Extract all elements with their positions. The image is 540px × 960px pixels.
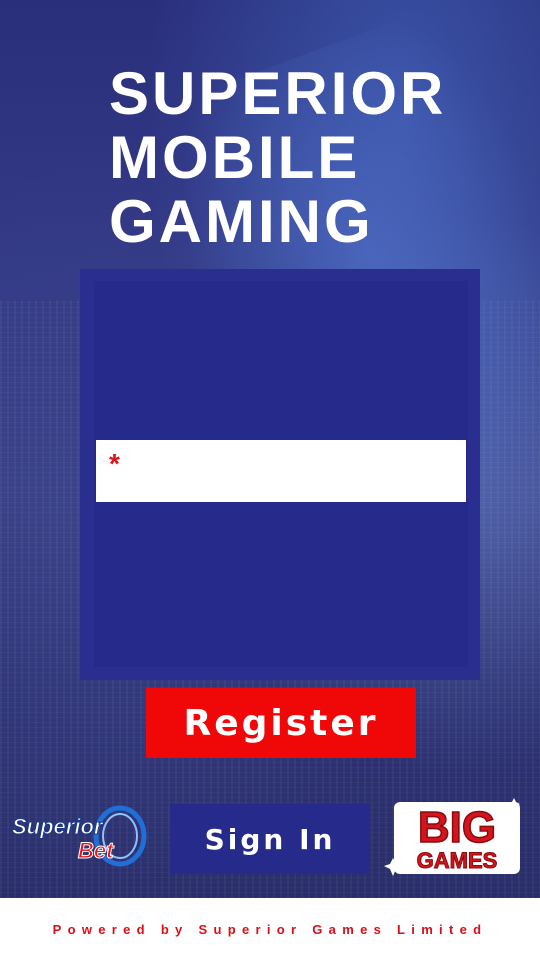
sign-in-button[interactable]: Sign In [170,804,370,874]
text-input[interactable] [132,440,456,504]
required-marker: * [109,448,120,479]
bet-logo-text: Bet [78,838,115,863]
form-panel-inner: * [94,281,468,667]
register-button[interactable]: Register [146,688,416,758]
form-panel: * [80,269,480,680]
big-logo-text: BIG [418,803,496,852]
footer: Powered by Superior Games Limited [0,898,540,960]
games-logo-text: GAMES [417,848,498,873]
superior-logo-text: Superior [12,814,104,839]
required-text-field[interactable]: * [96,440,466,504]
title-line-3: GAMING [109,188,374,255]
title-line-2: MOBILE [109,124,361,191]
title-line-1: SUPERIOR [109,60,447,127]
superior-bet-logo[interactable]: Superior Bet [8,800,148,870]
page-title: SUPERIOR MOBILE GAMING [109,62,529,254]
big-games-logo[interactable]: BIG GAMES [384,794,526,880]
hero-background: SUPERIOR MOBILE GAMING * Register Superi… [0,0,540,898]
powered-by-text: Powered by Superior Games Limited [52,921,488,937]
